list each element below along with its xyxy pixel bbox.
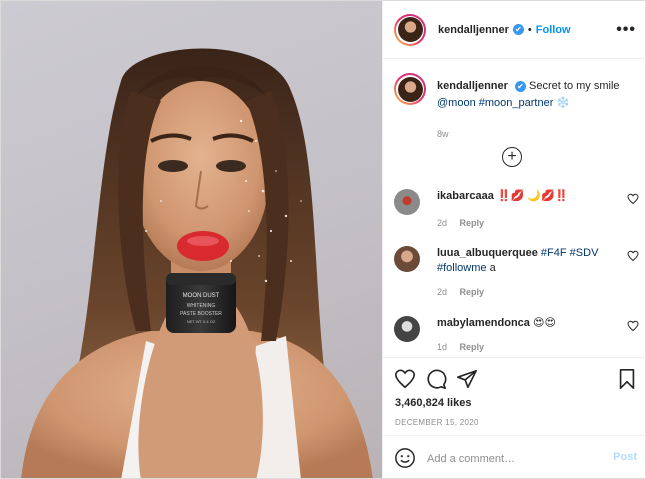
photo-illustration: MOON DUST WHITENING PASTE BOOSTER NET WT… <box>21 48 373 478</box>
comment-body: a <box>486 262 496 274</box>
reply-button[interactable]: Reply <box>460 342 485 352</box>
jar-brand-text: MOON DUST <box>183 293 220 299</box>
comment-body: 😍😍 <box>532 317 556 329</box>
jar-line2-text: PASTE BOOSTER <box>180 311 222 317</box>
caption-time[interactable]: 8w <box>437 129 449 139</box>
follow-button[interactable]: Follow <box>536 24 571 36</box>
header-separator: • <box>527 23 532 36</box>
comment-text: luua_albuquerquee #F4F #SDV #followme a <box>437 246 607 276</box>
commenter-avatar[interactable] <box>394 316 420 342</box>
share-icon[interactable] <box>456 368 478 390</box>
verified-icon: ✔ <box>512 24 524 35</box>
comment-text: ikabarcaaa ‼️💋 🌙💋‼️ <box>437 189 607 204</box>
caption-username[interactable]: kendalljenner <box>437 80 508 92</box>
comment-icon[interactable] <box>425 368 447 390</box>
comment-username[interactable]: mabylamendonca <box>437 317 530 329</box>
caption-body: Secret to my smile <box>529 80 620 92</box>
heart-icon[interactable] <box>627 193 639 205</box>
post-actions: 3,460,824 likes DECEMBER 15, 2020 <box>383 357 645 435</box>
post-comment-button[interactable]: Post <box>613 451 637 463</box>
commenter-avatar[interactable] <box>394 246 420 272</box>
comment-time[interactable]: 2d <box>437 218 447 228</box>
heart-icon[interactable] <box>627 250 639 262</box>
more-horizontal-icon[interactable]: ••• <box>616 21 636 39</box>
add-comment-bar: Post <box>383 435 645 478</box>
avatar-image <box>397 17 423 42</box>
comment-time[interactable]: 2d <box>437 287 447 297</box>
comment-body: ‼️💋 🌙💋‼️ <box>496 190 569 202</box>
comment-hashtag[interactable]: #followme <box>437 262 487 274</box>
post-photo[interactable]: MOON DUST WHITENING PASTE BOOSTER NET WT… <box>1 1 382 478</box>
jar-line3-text: NET WT 0.4 OZ <box>187 319 216 324</box>
comment-username[interactable]: ikabarcaaa <box>437 190 494 202</box>
snowflake-emoji: ❄️ <box>556 97 571 109</box>
reply-button[interactable]: Reply <box>460 287 485 297</box>
jar-line1-text: WHITENING <box>187 303 216 309</box>
emoji-icon[interactable] <box>394 447 416 469</box>
comment-hashtag[interactable]: #SDV <box>570 247 599 259</box>
author-username[interactable]: kendalljenner <box>438 24 509 36</box>
comment-username[interactable]: luua_albuquerquee <box>437 247 538 259</box>
verified-icon: ✔ <box>514 80 526 92</box>
caption-avatar[interactable] <box>394 73 426 105</box>
load-more-comments-icon[interactable]: + <box>502 147 522 167</box>
comment-hashtag[interactable]: #F4F <box>541 247 567 259</box>
caption-hashtag[interactable]: #moon_partner <box>479 97 554 109</box>
comments-list[interactable]: kendalljenner ✔ Secret to my smile @moon… <box>383 59 645 357</box>
comment-meta: 2d Reply <box>437 218 494 228</box>
heart-icon[interactable] <box>627 320 639 332</box>
reply-button[interactable]: Reply <box>460 218 485 228</box>
caption-text: kendalljenner ✔ Secret to my smile @moon… <box>437 78 637 112</box>
bookmark-icon[interactable] <box>616 368 638 390</box>
comment-meta: 1d Reply <box>437 342 494 352</box>
add-comment-input[interactable] <box>427 450 597 468</box>
comment-meta: 2d Reply <box>437 287 494 297</box>
commenter-avatar[interactable] <box>394 189 420 215</box>
post-date[interactable]: DECEMBER 15, 2020 <box>395 418 479 427</box>
comment-time[interactable]: 1d <box>437 342 447 352</box>
heart-icon[interactable] <box>394 368 416 390</box>
caption-mention[interactable]: @moon <box>437 97 476 109</box>
comment-text: mabylamendonca 😍😍 <box>437 316 607 331</box>
post-side-panel: kendalljenner ✔ • Follow ••• kendalljenn… <box>382 1 645 478</box>
post-header: kendalljenner ✔ • Follow ••• <box>383 1 645 59</box>
likes-count[interactable]: 3,460,824 likes <box>395 397 471 409</box>
author-avatar[interactable] <box>394 13 426 46</box>
post-dialog: MOON DUST WHITENING PASTE BOOSTER NET WT… <box>0 0 646 479</box>
